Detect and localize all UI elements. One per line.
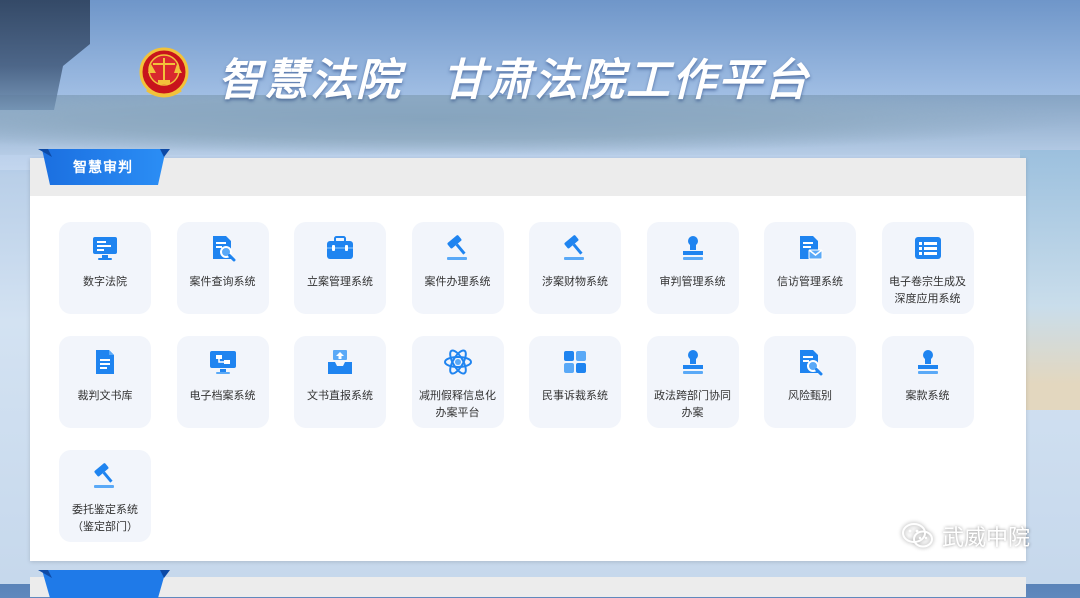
app-tile[interactable]: 审判管理系统 [646, 222, 739, 314]
app-tile[interactable]: 电子档案系统 [176, 336, 269, 428]
app-tile[interactable]: 民事诉裁系统 [529, 336, 621, 428]
app-tile[interactable]: 立案管理系统 [294, 222, 386, 314]
page-title: 智慧法院 甘肃法院工作平台 [218, 46, 810, 106]
app-tile-label: 案件办理系统 [424, 275, 491, 288]
document-mail-icon [795, 233, 825, 263]
app-tile-label: 裁判文书库 [77, 389, 133, 402]
app-tile-label: 信访管理系统 [777, 275, 843, 288]
app-tile-label: 政法跨部门协同 办案 [654, 389, 731, 419]
watermark-text: 武威中院 [942, 526, 1031, 551]
lake-shore [1020, 150, 1080, 410]
stamp-icon [678, 233, 708, 263]
app-tile-label: 涉案财物系统 [542, 275, 608, 288]
app-tile-label: 风险甄别 [788, 389, 832, 402]
app-tile[interactable]: 案款系统 [881, 336, 974, 428]
list-card-icon [913, 233, 943, 263]
monitor-icon [90, 233, 120, 263]
inbox-upload-icon [325, 347, 355, 377]
document-icon [90, 347, 120, 377]
panel-header-bar [30, 158, 1026, 196]
app-tile[interactable]: 案件办理系统 [411, 222, 504, 314]
app-tile[interactable]: 风险甄别 [764, 336, 856, 428]
grid-icon [560, 347, 590, 377]
app-tile[interactable]: 信访管理系统 [764, 222, 856, 314]
app-tile-label: 电子档案系统 [189, 389, 256, 402]
stamp-icon [913, 347, 943, 377]
court-emblem-icon [139, 47, 189, 98]
app-tile[interactable]: 政法跨部门协同 办案 [646, 336, 739, 428]
app-tile-label: 立案管理系统 [307, 275, 373, 288]
app-tile[interactable]: 涉案财物系统 [529, 222, 621, 314]
wechat-watermark: 武威中院 [902, 520, 1030, 552]
gavel-icon [560, 233, 590, 263]
app-tile[interactable]: 减刑假释信息化 办案平台 [411, 336, 504, 428]
network-monitor-icon [208, 347, 238, 377]
app-tile-label: 减刑假释信息化 办案平台 [419, 389, 496, 419]
document-search-icon [208, 233, 238, 263]
atom-icon [443, 347, 473, 377]
section-title: 智慧审判 [73, 160, 133, 176]
app-tile-label: 数字法院 [83, 275, 127, 288]
wechat-icon [902, 523, 933, 548]
app-grid: 数字法院 案件查询系统 立案管理系统 案件办理系统 涉案财物系统 审判管理系统 信访管理系统… [59, 222, 979, 542]
app-tile[interactable]: 案件查询系统 [176, 222, 269, 314]
app-tile[interactable]: 文书直报系统 [294, 336, 386, 428]
app-tile[interactable]: 裁判文书库 [59, 336, 151, 428]
app-tile-label: 民事诉裁系统 [542, 389, 608, 402]
title-part-1: 智慧法院 [218, 55, 402, 106]
app-tile-label: 委托鉴定系统 （鉴定部门） [72, 503, 138, 533]
app-tile[interactable]: 委托鉴定系统 （鉴定部门） [59, 450, 151, 542]
app-tile-label: 电子卷宗生成及 深度应用系统 [889, 275, 966, 305]
next-section-ribbon [38, 570, 170, 598]
title-part-2: 甘肃法院工作平台 [442, 55, 810, 106]
toolbox-icon [325, 233, 355, 263]
app-tile-label: 审判管理系统 [659, 275, 726, 288]
app-tile-label: 文书直报系统 [307, 389, 373, 402]
app-tile-label: 案件查询系统 [189, 275, 256, 288]
next-panel-header [30, 577, 1026, 597]
gavel-icon [443, 233, 473, 263]
stamp-icon [678, 347, 708, 377]
app-tile[interactable]: 数字法院 [59, 222, 151, 314]
gavel-icon [90, 461, 120, 491]
app-tile-label: 案款系统 [905, 389, 950, 402]
app-tile[interactable]: 电子卷宗生成及 深度应用系统 [881, 222, 974, 314]
document-search-icon [795, 347, 825, 377]
